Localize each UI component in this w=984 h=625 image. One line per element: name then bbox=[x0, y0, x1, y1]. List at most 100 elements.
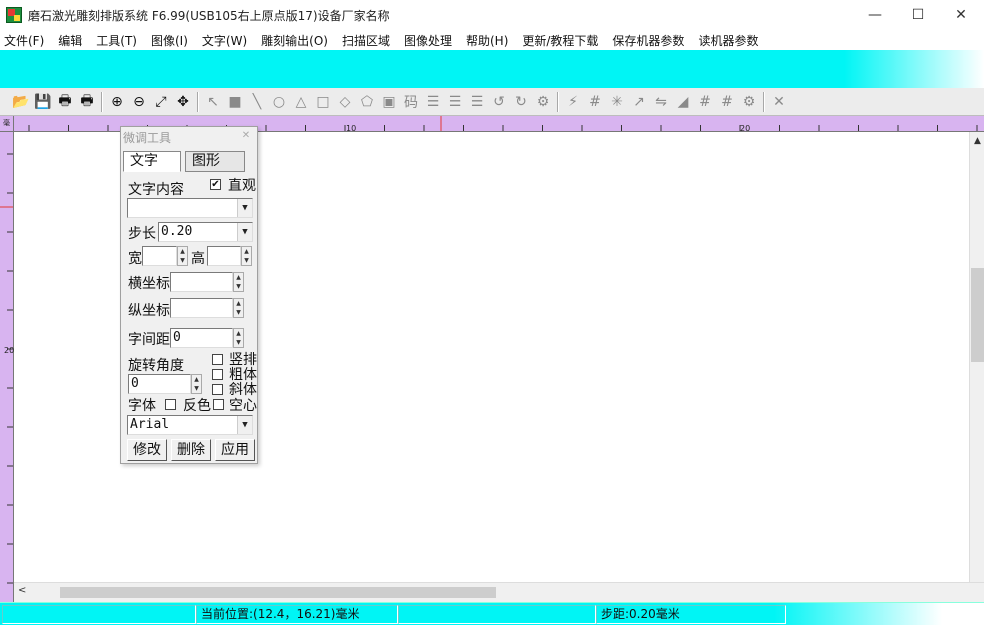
maximize-button[interactable]: ☐ bbox=[895, 0, 941, 30]
align-right-icon[interactable]: ☰ bbox=[466, 91, 488, 113]
font-dropdown-icon[interactable]: ▼ bbox=[237, 416, 252, 434]
print-icon[interactable]: 🖶 bbox=[54, 91, 76, 113]
delete-button[interactable]: 删除 bbox=[171, 439, 211, 461]
x-coordinate-input[interactable] bbox=[170, 272, 233, 292]
tab-shape[interactable]: 图形 bbox=[185, 151, 245, 172]
y-coordinate-input[interactable] bbox=[170, 298, 233, 318]
open-icon[interactable]: 📂 bbox=[10, 91, 32, 113]
align-left-icon[interactable]: ☰ bbox=[422, 91, 444, 113]
node-icon[interactable]: ✳ bbox=[606, 91, 628, 113]
scroll-up-arrow-icon[interactable]: ▲ bbox=[970, 136, 984, 150]
invert-checkbox[interactable] bbox=[165, 399, 176, 410]
rectangle-fill-icon[interactable]: ■ bbox=[224, 91, 246, 113]
zoom-in-icon[interactable]: ⊕ bbox=[106, 91, 128, 113]
vertical-scrollbar[interactable]: ▲ bbox=[969, 132, 984, 582]
settings-icon[interactable]: ⚙ bbox=[738, 91, 760, 113]
close-window-button[interactable]: ✕ bbox=[938, 0, 984, 30]
width-spinner[interactable]: ▲ ▼ bbox=[177, 246, 188, 266]
spin-up-icon[interactable]: ▲ bbox=[236, 300, 241, 307]
spin-down-icon[interactable]: ▼ bbox=[236, 283, 241, 290]
spin-up-icon[interactable]: ▲ bbox=[194, 376, 199, 383]
hollow-checkbox-label: 空心 bbox=[229, 398, 257, 414]
mirror-icon[interactable]: ⇋ bbox=[650, 91, 672, 113]
print-preview-icon[interactable]: 🖶 bbox=[76, 91, 98, 113]
scroll-left-arrow-icon[interactable]: < bbox=[18, 585, 30, 599]
vertical-scroll-thumb[interactable] bbox=[971, 268, 984, 362]
diamond-icon[interactable]: ◇ bbox=[334, 91, 356, 113]
menu-help[interactable]: 帮助(H) bbox=[466, 32, 508, 49]
apply-button[interactable]: 应用 bbox=[215, 439, 255, 461]
vertical-checkbox[interactable] bbox=[212, 354, 223, 365]
menu-update-tutorial[interactable]: 更新/教程下载 bbox=[522, 32, 598, 49]
spin-up-icon[interactable]: ▲ bbox=[180, 248, 185, 255]
tab-text[interactable]: 文字 bbox=[123, 151, 181, 172]
menu-edit[interactable]: 编辑 bbox=[58, 32, 82, 49]
menu-read-machine-params[interactable]: 读机器参数 bbox=[698, 32, 758, 49]
menu-tools[interactable]: 工具(T) bbox=[96, 32, 137, 49]
square-icon[interactable]: □ bbox=[312, 91, 334, 113]
rotate-right-icon[interactable]: ↻ bbox=[510, 91, 532, 113]
hollow-checkbox[interactable] bbox=[213, 399, 224, 410]
text-content-combo[interactable]: ▼ bbox=[127, 198, 253, 218]
spin-up-icon[interactable]: ▲ bbox=[244, 248, 249, 255]
width-input[interactable] bbox=[142, 246, 177, 266]
horizontal-scrollbar[interactable]: < bbox=[14, 582, 984, 602]
rotation-spinner[interactable]: ▲ ▼ bbox=[191, 374, 202, 394]
y-coordinate-spinner[interactable]: ▲ ▼ bbox=[233, 298, 244, 318]
gear-small-icon[interactable]: ⚙ bbox=[532, 91, 554, 113]
triangle-icon[interactable]: △ bbox=[290, 91, 312, 113]
modify-button[interactable]: 修改 bbox=[127, 439, 167, 461]
image-icon[interactable]: ▣ bbox=[378, 91, 400, 113]
step-dropdown-icon[interactable]: ▼ bbox=[237, 223, 252, 241]
font-combo[interactable]: Arial ▼ bbox=[127, 415, 253, 435]
select-arrow-icon[interactable]: ↖ bbox=[202, 91, 224, 113]
hash-icon[interactable]: # bbox=[694, 91, 716, 113]
eraser-icon[interactable]: ◢ bbox=[672, 91, 694, 113]
hash-double-icon[interactable]: # bbox=[716, 91, 738, 113]
move-icon[interactable]: ✥ bbox=[172, 91, 194, 113]
minimize-button[interactable]: — bbox=[852, 0, 898, 30]
circle-icon[interactable]: ○ bbox=[268, 91, 290, 113]
char-spacing-spinner[interactable]: ▲ ▼ bbox=[233, 328, 244, 348]
menu-scan-area[interactable]: 扫描区域 bbox=[342, 32, 390, 49]
step-combo[interactable]: 0.20 ▼ bbox=[158, 222, 253, 242]
x-coordinate-spinner[interactable]: ▲ ▼ bbox=[233, 272, 244, 292]
horizontal-scroll-thumb[interactable] bbox=[60, 587, 496, 598]
spin-down-icon[interactable]: ▼ bbox=[236, 339, 241, 346]
text-content-dropdown-icon[interactable]: ▼ bbox=[237, 199, 252, 217]
save-icon[interactable]: 💾 bbox=[32, 91, 54, 113]
zoom-out-icon[interactable]: ⊖ bbox=[128, 91, 150, 113]
fit-window-icon[interactable]: ⤢ bbox=[150, 91, 172, 113]
panel-close-icon[interactable]: ✕ bbox=[239, 130, 253, 143]
menu-image-processing[interactable]: 图像处理 bbox=[404, 32, 452, 49]
rotation-input[interactable]: 0 bbox=[128, 374, 191, 394]
menu-engrave-output[interactable]: 雕刻输出(O) bbox=[261, 32, 328, 49]
spin-down-icon[interactable]: ▼ bbox=[180, 257, 185, 264]
direct-checkbox[interactable]: ✔ bbox=[210, 179, 221, 190]
toolbar: 📂 💾 🖶 🖶 ⊕ ⊖ ⤢ ✥ ↖ ■ ╲ ○ △ □ ◇ ⬠ ▣ 码 ☰ ☰ … bbox=[0, 88, 984, 116]
text-tool-icon[interactable]: 码 bbox=[400, 91, 422, 113]
grid-icon[interactable]: # bbox=[584, 91, 606, 113]
spin-up-icon[interactable]: ▲ bbox=[236, 330, 241, 337]
curve-icon[interactable]: ↗ bbox=[628, 91, 650, 113]
height-spinner[interactable]: ▲ ▼ bbox=[241, 246, 252, 266]
spin-up-icon[interactable]: ▲ bbox=[236, 274, 241, 281]
spin-down-icon[interactable]: ▼ bbox=[244, 257, 249, 264]
line-icon[interactable]: ╲ bbox=[246, 91, 268, 113]
menu-image[interactable]: 图像(I) bbox=[151, 32, 188, 49]
char-spacing-input[interactable]: 0 bbox=[170, 328, 233, 348]
italic-checkbox[interactable] bbox=[212, 384, 223, 395]
laser-icon[interactable]: ⚡ bbox=[562, 91, 584, 113]
spin-down-icon[interactable]: ▼ bbox=[194, 385, 199, 392]
menu-save-machine-params[interactable]: 保存机器参数 bbox=[612, 32, 684, 49]
align-center-icon[interactable]: ☰ bbox=[444, 91, 466, 113]
menu-file[interactable]: 文件(F) bbox=[4, 32, 44, 49]
font-label: 字体 bbox=[128, 398, 156, 414]
menu-text[interactable]: 文字(W) bbox=[202, 32, 247, 49]
rotate-left-icon[interactable]: ↺ bbox=[488, 91, 510, 113]
delete-x-icon[interactable]: ✕ bbox=[768, 91, 790, 113]
pentagon-icon[interactable]: ⬠ bbox=[356, 91, 378, 113]
spin-down-icon[interactable]: ▼ bbox=[236, 309, 241, 316]
height-input[interactable] bbox=[207, 246, 241, 266]
bold-checkbox[interactable] bbox=[212, 369, 223, 380]
